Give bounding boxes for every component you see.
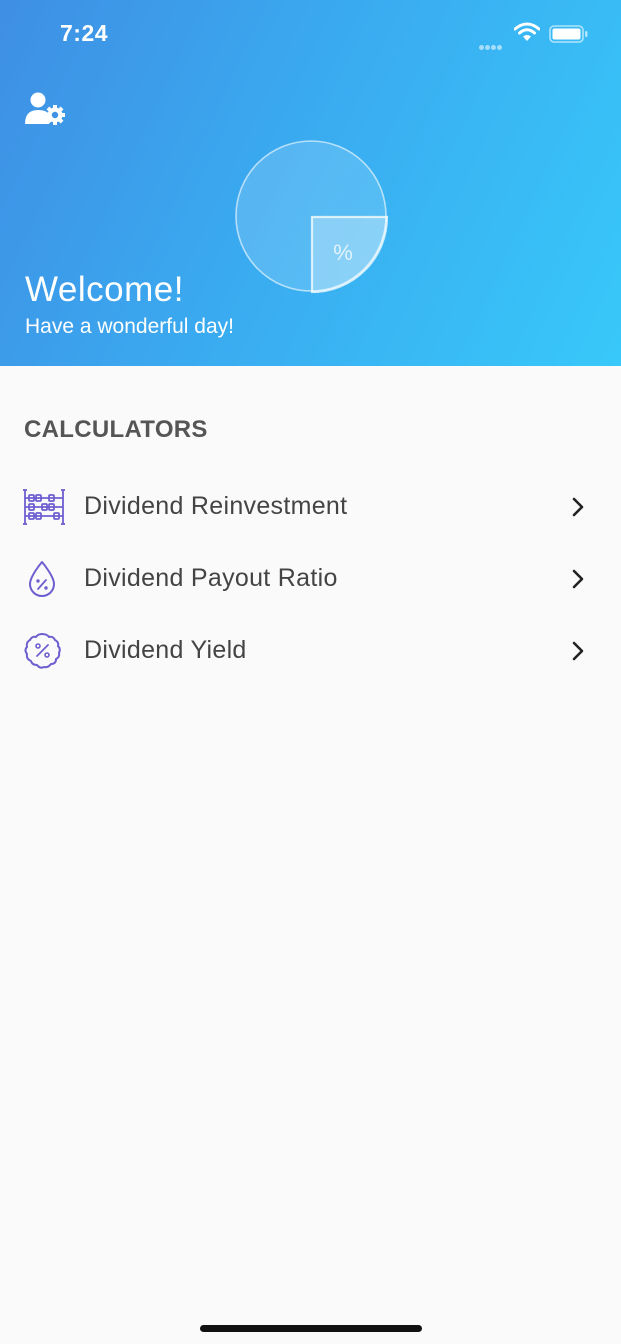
abacus-icon [23,489,65,525]
status-bar: 7:24 [0,0,621,70]
home-indicator[interactable] [200,1325,422,1332]
wifi-icon [514,22,540,41]
calculator-item-dividend-yield[interactable]: Dividend Yield [0,618,621,684]
chevron-right-icon [572,569,584,589]
chevron-right-icon [572,497,584,517]
status-time: 7:24 [60,20,109,46]
home-screen: 7:24 % Welcome! Have a wonderful day! CA… [0,0,621,1344]
account-settings-icon[interactable] [24,92,68,126]
welcome-header: 7:24 % Welcome! Have a wonderful day! [0,0,621,366]
drop-percent-icon [29,561,55,597]
calculator-label: Dividend Yield [84,636,247,664]
welcome-subtitle: Have a wonderful day! [25,315,234,338]
welcome-title: Welcome! [25,270,184,309]
cellular-signal-icon [479,37,503,50]
calculators-section-title: CALCULATORS [24,416,208,443]
calculator-label: Dividend Payout Ratio [84,564,338,592]
battery-icon [549,25,588,43]
calculator-item-dividend-reinvestment[interactable]: Dividend Reinvestment [0,474,621,540]
badge-percent-icon [24,633,61,669]
calculator-label: Dividend Reinvestment [84,492,348,520]
chevron-right-icon [572,641,584,661]
calculator-item-dividend-payout-ratio[interactable]: Dividend Payout Ratio [0,546,621,612]
pie-percent-icon: % [235,140,389,294]
hero-percent-symbol: % [333,240,353,265]
